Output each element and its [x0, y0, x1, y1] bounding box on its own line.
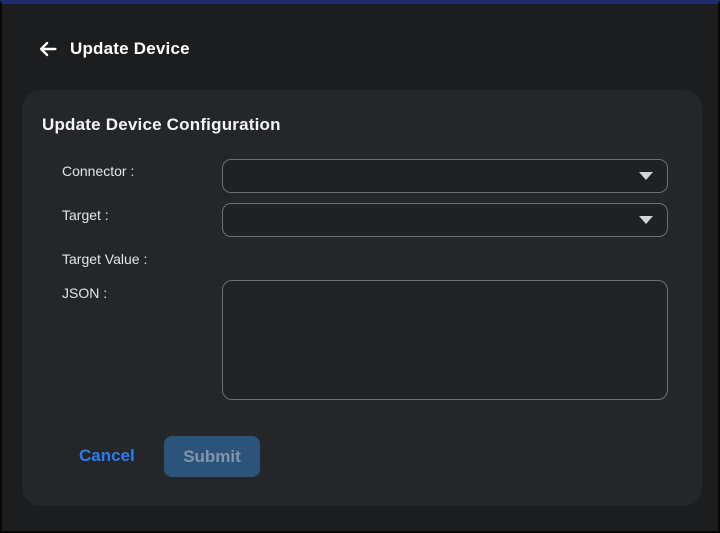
target-value-label: Target Value :	[62, 251, 147, 267]
form-actions: Cancel Submit	[22, 436, 702, 480]
json-textarea[interactable]	[222, 280, 668, 400]
card-title: Update Device Configuration	[42, 115, 281, 135]
connector-label: Connector :	[62, 163, 134, 179]
target-select[interactable]	[222, 203, 668, 237]
json-label: JSON :	[62, 285, 107, 301]
chevron-down-icon	[639, 172, 653, 180]
cancel-button[interactable]: Cancel	[79, 446, 135, 466]
page-title: Update Device	[70, 39, 190, 59]
back-button[interactable]	[35, 36, 61, 62]
connector-select[interactable]	[222, 159, 668, 193]
arrow-left-icon	[37, 38, 59, 60]
page-header: Update Device	[2, 4, 718, 90]
app-screen: Update Device Update Device Configuratio…	[0, 0, 720, 533]
update-device-card: Update Device Configuration Connector : …	[22, 90, 702, 506]
target-label: Target :	[62, 207, 109, 223]
submit-button[interactable]: Submit	[164, 436, 260, 477]
chevron-down-icon	[639, 216, 653, 224]
